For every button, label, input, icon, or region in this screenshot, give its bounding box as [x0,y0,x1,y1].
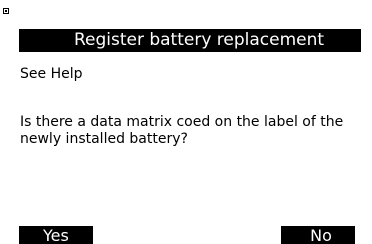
page-title: Register battery replacement [19,29,361,52]
yes-button[interactable]: Yes [19,226,93,244]
no-button[interactable]: No [281,226,355,244]
diagnostic-screen: Register battery replacement See Help Is… [0,0,372,244]
status-indicator-icon [3,8,9,14]
help-link[interactable]: See Help [20,66,82,83]
question-text: Is there a data matrix coed on the label… [20,114,344,147]
